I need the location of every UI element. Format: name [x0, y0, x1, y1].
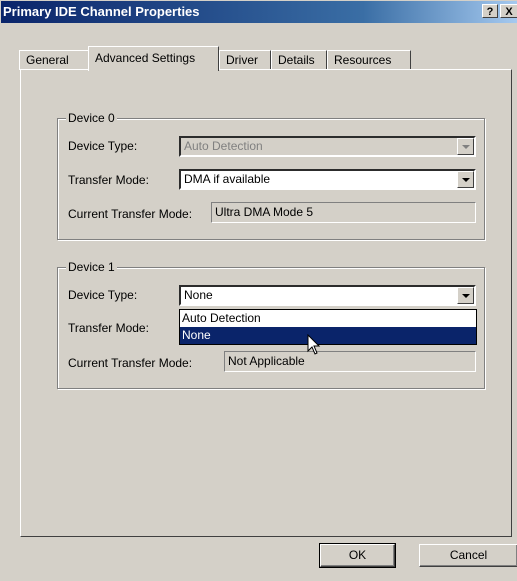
- window-title: Primary IDE Channel Properties: [3, 4, 200, 19]
- cancel-button[interactable]: Cancel: [419, 544, 517, 567]
- device0-device-type-select: Auto Detection: [179, 136, 476, 157]
- device0-group-label: Device 0: [66, 111, 117, 125]
- device0-current-transfer-mode-field: Ultra DMA Mode 5: [211, 202, 476, 223]
- device0-transfer-mode-label: Transfer Mode:: [68, 173, 149, 187]
- tab-advanced-settings[interactable]: Advanced Settings: [88, 46, 219, 71]
- device0-current-transfer-mode-value: Ultra DMA Mode 5: [215, 205, 314, 219]
- device0-current-transfer-mode-label: Current Transfer Mode:: [68, 207, 193, 221]
- help-button[interactable]: ?: [482, 4, 498, 18]
- tab-driver[interactable]: Driver: [219, 50, 271, 70]
- device0-transfer-mode-value: DMA if available: [184, 172, 271, 186]
- device-type-dropdown-list[interactable]: Auto Detection None: [179, 309, 477, 345]
- dropdown-option-auto-detection[interactable]: Auto Detection: [180, 310, 476, 327]
- device1-device-type-label: Device Type:: [68, 288, 138, 302]
- chevron-down-icon[interactable]: [457, 287, 474, 304]
- tab-resources[interactable]: Resources: [327, 50, 411, 70]
- close-button[interactable]: X: [500, 4, 517, 18]
- properties-dialog: Primary IDE Channel Properties ? X Gener…: [0, 0, 517, 581]
- device1-current-transfer-mode-label: Current Transfer Mode:: [68, 356, 193, 370]
- chevron-down-icon: [457, 138, 474, 155]
- device1-group-label: Device 1: [66, 260, 117, 274]
- device0-device-type-value: Auto Detection: [184, 139, 263, 153]
- tab-details[interactable]: Details: [271, 50, 327, 70]
- device1-device-type-select[interactable]: None: [179, 285, 476, 306]
- title-bar: Primary IDE Channel Properties ? X: [1, 1, 517, 23]
- chevron-down-icon[interactable]: [457, 171, 474, 188]
- device1-transfer-mode-label: Transfer Mode:: [68, 321, 149, 335]
- ok-button[interactable]: OK: [319, 543, 396, 568]
- device0-transfer-mode-select[interactable]: DMA if available: [179, 169, 476, 190]
- mouse-pointer-icon: [307, 334, 321, 355]
- dropdown-option-none[interactable]: None: [180, 327, 476, 344]
- device1-device-type-value: None: [184, 288, 213, 302]
- device1-current-transfer-mode-field: Not Applicable: [224, 351, 476, 372]
- device0-device-type-label: Device Type:: [68, 139, 138, 153]
- tab-general[interactable]: General: [19, 50, 89, 70]
- device1-current-transfer-mode-value: Not Applicable: [228, 354, 305, 368]
